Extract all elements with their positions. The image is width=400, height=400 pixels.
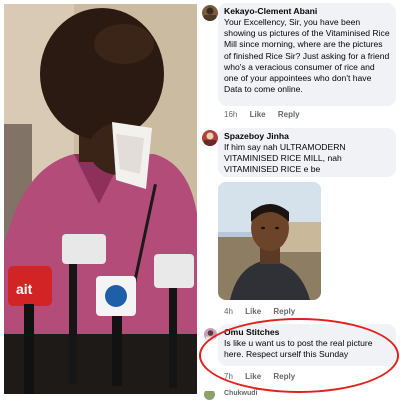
svg-text:ait: ait	[16, 281, 33, 297]
attached-photo[interactable]	[218, 182, 321, 300]
comment-time[interactable]: 16h	[224, 110, 237, 119]
comment-author[interactable]: Omu Stitches	[224, 327, 390, 338]
like-button[interactable]: Like	[245, 372, 261, 381]
comment-actions: 4h Like Reply	[224, 307, 305, 316]
news-photo-illustration: ait	[4, 4, 197, 394]
reply-button[interactable]: Reply	[273, 372, 295, 381]
comment-bubble: Omu Stitches Is like u want us to post t…	[218, 324, 396, 366]
comment-author[interactable]: Spazeboy Jinha	[224, 131, 390, 142]
user-avatar-icon[interactable]	[204, 389, 215, 400]
like-button[interactable]: Like	[250, 110, 266, 119]
comment-author[interactable]: Kekayo-Clement Abani	[224, 6, 390, 17]
comment-text: Is like u want us to post the real pictu…	[224, 338, 373, 360]
user-avatar-icon[interactable]	[204, 328, 217, 341]
like-button[interactable]: Like	[245, 307, 261, 316]
comments-panel: Kekayo-Clement Abani Your Excellency, Si…	[200, 0, 400, 400]
user-avatar-icon[interactable]	[202, 130, 218, 146]
comment-actions: 16h Like Reply	[224, 110, 310, 119]
user-avatar-icon[interactable]	[202, 5, 218, 21]
reply-button[interactable]: Reply	[278, 110, 300, 119]
comment-bubble: Kekayo-Clement Abani Your Excellency, Si…	[218, 3, 396, 106]
comment-author-partial[interactable]: Chukwudi	[224, 390, 257, 397]
reply-button[interactable]: Reply	[273, 307, 295, 316]
comment-time[interactable]: 4h	[224, 307, 233, 316]
comment-time[interactable]: 7h	[224, 372, 233, 381]
comment-text: Your Excellency, Sir, you have been show…	[224, 17, 390, 95]
news-photo: ait	[4, 4, 197, 394]
comment-text: If him say nah ULTRAMODERN VITAMINISED R…	[224, 142, 346, 175]
comment-actions: 7h Like Reply	[224, 372, 305, 381]
comment-bubble: Spazeboy Jinha If him say nah ULTRAMODER…	[218, 128, 396, 177]
